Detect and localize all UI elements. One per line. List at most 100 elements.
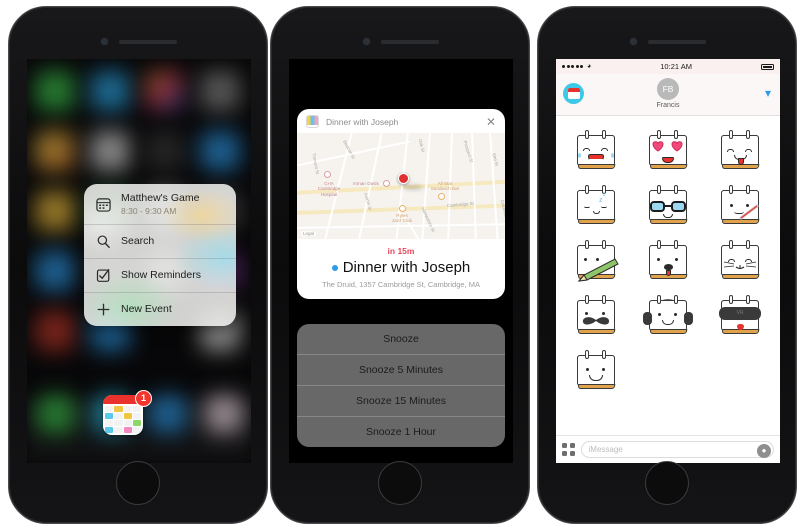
imessage-placeholder: iMessage [588,445,623,454]
sticker-cell[interactable] [704,232,776,287]
contact-name: Francis [656,102,680,109]
snooze-option-5-minutes[interactable]: Snooze 5 Minutes [297,355,505,386]
sticker-cell-empty [704,342,776,397]
map-street-columbia: Columbia St [499,199,505,223]
quick-action-search[interactable]: Search [84,225,236,260]
event-color-dot [331,264,338,271]
status-bar: ◕ 10:21 AM [556,59,780,74]
quick-action-label: Matthew's Game [121,192,200,204]
microphone-icon[interactable]: ● [757,443,771,458]
status-bar-time: 10:21 AM [660,62,692,71]
nerd-glasses-calendar-sticker[interactable] [647,184,689,225]
cat-calendar-sticker[interactable] [719,239,761,280]
snooze-option-15-minutes[interactable]: Snooze 15 Minutes [297,386,505,417]
home-button[interactable] [645,461,689,505]
poi-sandwich-bar-icon [438,193,445,200]
three-iphones-showcase: Matthew's Game 8:30 - 9:30 AM Search Sho… [0,0,800,530]
snooze-option-1-hour[interactable]: Snooze 1 Hour [297,417,505,447]
map-label-jazz-club: Ryles Jazz Club [391,213,413,224]
phone-3-screen: ◕ 10:21 AM FB Francis ▾ z z VR iMessage … [556,59,780,463]
phone-1-top-bezel [9,35,267,49]
message-input-bar: iMessage ● [556,435,780,463]
calendar-icon-grid [103,404,143,435]
poi-hospital-icon [324,171,331,178]
mustache-calendar-sticker[interactable] [575,294,617,335]
sticker-row: VR [560,287,776,342]
home-button[interactable] [378,461,422,505]
battery-icon [761,63,774,70]
sticker-row [560,232,776,287]
map-legal-link[interactable]: Legal [301,231,317,236]
quick-action-show-reminders[interactable]: Show Reminders [84,259,236,294]
event-address: The Druid, 1357 Cambridge St, Cambridge,… [322,280,480,289]
calendar-sticker-app-icon[interactable] [563,83,584,104]
quick-action-label: Show Reminders [121,269,201,282]
sticker-row: z z [560,177,776,232]
earpiece-speaker [119,40,177,44]
headphones-calendar-sticker[interactable] [643,294,693,335]
sticker-cell[interactable] [632,177,704,232]
earpiece-speaker [648,40,706,44]
sticker-row [560,342,776,397]
tongue-out-calendar-sticker[interactable] [719,129,761,170]
calendar-app-mini-icon [306,115,319,128]
front-camera-icon [101,38,108,45]
dog-calendar-sticker[interactable] [647,239,689,280]
apps-grid-icon[interactable] [562,443,575,456]
chevron-down-icon[interactable]: ▾ [765,86,771,100]
map-preview[interactable]: CHA Cambridge Hospital Inman Oasis All Sta… [297,133,505,239]
smiling-calendar-sticker[interactable] [575,349,617,390]
phone-2-top-bezel [271,35,529,49]
sticker-row [560,122,776,177]
sticker-cell[interactable] [632,287,704,342]
event-title: Dinner with Joseph [342,259,471,276]
map-location-pin [398,173,409,184]
quick-action-matthews-game[interactable]: Matthew's Game 8:30 - 9:30 AM [84,184,236,226]
phone-1-home-screen: Matthew's Game 8:30 - 9:30 AM Search Sho… [8,6,268,524]
vr-headset-calendar-sticker[interactable]: VR [719,294,761,335]
phone-3-top-bezel [538,35,796,49]
heart-eyes-calendar-sticker[interactable] [647,129,689,170]
sticker-cell[interactable] [560,232,632,287]
laughing-calendar-sticker[interactable] [575,129,617,170]
sticker-cell[interactable] [560,342,632,397]
signal-strength-icon [562,65,583,68]
pencil-calendar-sticker[interactable] [575,239,619,282]
sick-thermometer-calendar-sticker[interactable] [719,184,761,225]
notification-header: Dinner with Joseph ✕ [297,109,505,133]
sticker-cell[interactable]: z z [560,177,632,232]
calendar-event-icon [95,196,112,213]
snooze-options-list: Snooze Snooze 5 Minutes Snooze 15 Minute… [297,324,505,447]
front-camera-icon [630,38,637,45]
avatar[interactable]: FB [657,78,679,100]
sticker-cell[interactable] [632,232,704,287]
snooze-option-default[interactable]: Snooze [297,324,505,355]
phone-2-screen: Dinner with Joseph ✕ CHA Cambridge Hospi… [289,59,513,463]
sticker-cell[interactable] [560,287,632,342]
search-icon [95,233,112,250]
poi-jazz-club-icon [399,205,406,212]
sticker-cell[interactable] [704,122,776,177]
sticker-cell[interactable]: VR [704,287,776,342]
notification-app-title: Dinner with Joseph [326,116,399,127]
sticker-grid: z z VR [556,116,780,435]
notification-card: Dinner with Joseph ✕ CHA Cambridge Hospi… [297,109,505,299]
quick-action-new-event[interactable]: New Event [84,293,236,326]
map-street-tremont: Tremont St [311,152,321,175]
home-button[interactable] [116,461,160,505]
quick-action-label: New Event [121,303,172,316]
close-icon[interactable]: ✕ [486,116,496,128]
sticker-cell[interactable] [704,177,776,232]
sticker-cell[interactable] [632,122,704,177]
quick-actions-menu: Matthew's Game 8:30 - 9:30 AM Search Sho… [84,184,236,327]
notification-body: in 15m Dinner with Joseph The Druid, 135… [297,239,505,299]
imessage-input[interactable]: iMessage ● [580,441,774,458]
quick-action-sublabel: 8:30 - 9:30 AM [121,206,177,217]
map-street-oak: Oak St [417,138,426,153]
sleepy-calendar-sticker[interactable]: z z [575,184,617,225]
quick-action-label: Search [121,235,155,248]
app-badge-count: 1 [135,390,152,407]
plus-icon [95,301,112,318]
sticker-cell[interactable] [560,122,632,177]
map-label-sandwich-bar: All Star Sandwich Bar [430,181,460,192]
